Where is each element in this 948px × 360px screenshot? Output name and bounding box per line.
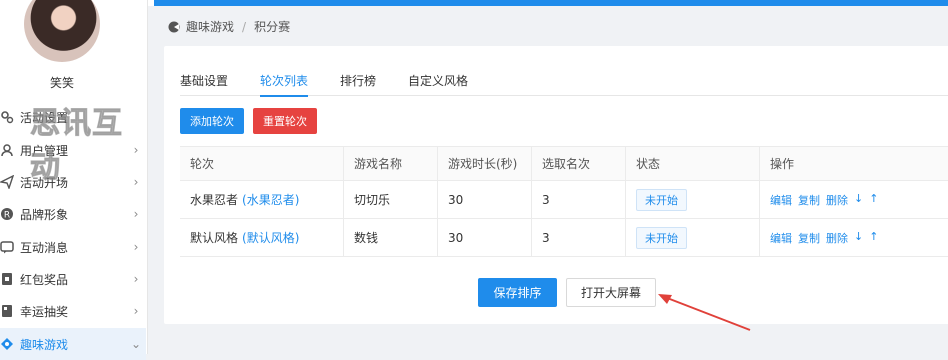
copy-link[interactable]: 复制	[798, 192, 820, 208]
delete-link[interactable]: 删除	[826, 230, 848, 246]
sidebar-item-fun-games[interactable]: 趣味游戏 ⌄	[0, 328, 146, 360]
tab-leaderboard[interactable]: 排行榜	[340, 66, 376, 96]
tab-custom-style[interactable]: 自定义风格	[408, 66, 468, 96]
column-header: 游戏时长(秒)	[438, 147, 532, 180]
gears-icon	[0, 110, 14, 124]
registered-icon: R	[0, 207, 14, 221]
edit-link[interactable]: 编辑	[770, 230, 792, 246]
round-name: 水果忍者	[190, 193, 239, 207]
game-icon	[0, 337, 14, 351]
username: 笑笑	[49, 76, 74, 90]
status-badge: 未开始	[636, 188, 687, 211]
column-header: 操作	[770, 157, 795, 171]
paper-plane-icon	[0, 175, 14, 189]
style-link[interactable]: (默认风格)	[242, 229, 299, 246]
table-row: 水果忍者 (水果忍者) 切切乐 30 3 未开始 编辑 复制 删除 ↓ ↑	[180, 181, 948, 219]
lottery-icon	[0, 304, 14, 318]
tab-round-list[interactable]: 轮次列表	[260, 66, 309, 97]
chevron-right-icon: ›	[133, 304, 139, 318]
save-order-button[interactable]: 保存排序	[478, 278, 557, 307]
column-header: 状态	[626, 147, 760, 180]
move-up-icon[interactable]: ↑	[869, 230, 878, 246]
svg-text:R: R	[4, 211, 10, 221]
move-down-icon[interactable]: ↓	[854, 230, 863, 246]
column-header: 选取名次	[532, 147, 626, 180]
gamepad-icon	[168, 21, 180, 33]
message-icon	[0, 240, 14, 254]
sidebar-item-label: 品牌形象	[20, 207, 69, 222]
chevron-down-icon: ⌄	[130, 337, 142, 351]
annotation-arrow-icon	[658, 294, 751, 331]
round-name: 默认风格	[190, 231, 239, 245]
style-link[interactable]: (水果忍者)	[242, 191, 299, 208]
status-cell: 未开始	[626, 219, 760, 256]
avatar[interactable]	[24, 0, 100, 62]
rank-cell: 3	[532, 219, 626, 256]
duration-cell: 30	[438, 219, 532, 256]
round-cell: 默认风格 (默认风格)	[180, 219, 344, 256]
breadcrumb-current: 积分赛	[254, 20, 291, 34]
sidebar-item-brand-image[interactable]: R 品牌形象 ›	[0, 198, 146, 230]
ops-cell: 编辑 复制 删除 ↓ ↑	[760, 181, 948, 218]
sidebar-item-lucky-draw[interactable]: 幸运抽奖 ›	[0, 295, 146, 327]
duration-cell: 30	[438, 181, 532, 218]
sidebar-item-label: 互动消息	[20, 240, 69, 255]
add-round-button[interactable]: 添加轮次	[180, 108, 244, 134]
ops-cell: 编辑 复制 删除 ↓ ↑	[760, 219, 948, 256]
top-bar	[148, 0, 948, 6]
breadcrumb-root[interactable]: 趣味游戏	[186, 18, 234, 35]
move-down-icon[interactable]: ↓	[854, 192, 863, 208]
column-header: 轮次	[180, 147, 344, 180]
watermark: 思讯互动	[30, 106, 123, 186]
tab-basic-settings[interactable]: 基础设置	[180, 66, 228, 96]
move-up-icon[interactable]: ↑	[869, 192, 878, 208]
gift-icon	[0, 272, 14, 286]
delete-link[interactable]: 删除	[826, 192, 848, 208]
reset-round-button[interactable]: 重置轮次	[253, 108, 317, 134]
rounds-table: 轮次 游戏名称 游戏时长(秒) 选取名次 状态 操作 水果忍者 (水果忍者) 切…	[180, 146, 948, 257]
sidebar-item-label: 幸运抽奖	[20, 304, 69, 319]
chevron-right-icon: ›	[133, 272, 139, 286]
top-bar-gap	[148, 0, 154, 6]
game-cell: 数钱	[344, 219, 438, 256]
sidebar-item-red-packet-prizes[interactable]: 红包奖品 ›	[0, 263, 146, 295]
sidebar: 笑笑 活动设置 用户管理 › 活动开场 › R 品牌形象 › 互动消息 › 红包…	[0, 0, 148, 360]
chevron-right-icon: ›	[133, 207, 139, 221]
user-icon	[0, 143, 14, 157]
table-row: 默认风格 (默认风格) 数钱 30 3 未开始 编辑 复制 删除 ↓ ↑	[180, 219, 948, 257]
breadcrumb: 趣味游戏 / 积分赛	[168, 18, 290, 35]
status-badge: 未开始	[636, 226, 687, 249]
sidebar-item-interactive-messages[interactable]: 互动消息 ›	[0, 231, 146, 263]
copy-link[interactable]: 复制	[798, 230, 820, 246]
rank-cell: 3	[532, 181, 626, 218]
column-header: 游戏名称	[344, 147, 438, 180]
tab-bar: 基础设置 轮次列表 排行榜 自定义风格	[180, 66, 948, 97]
edit-link[interactable]: 编辑	[770, 192, 792, 208]
breadcrumb-separator: /	[242, 19, 247, 34]
round-cell: 水果忍者 (水果忍者)	[180, 181, 344, 218]
sidebar-item-label: 趣味游戏	[20, 337, 69, 352]
open-big-screen-button[interactable]: 打开大屏幕	[566, 278, 656, 307]
sidebar-item-label: 红包奖品	[20, 272, 69, 287]
status-cell: 未开始	[626, 181, 760, 218]
chevron-right-icon: ›	[133, 240, 139, 254]
table-header-row: 轮次 游戏名称 游戏时长(秒) 选取名次 状态 操作	[180, 147, 948, 181]
game-cell: 切切乐	[344, 181, 438, 218]
